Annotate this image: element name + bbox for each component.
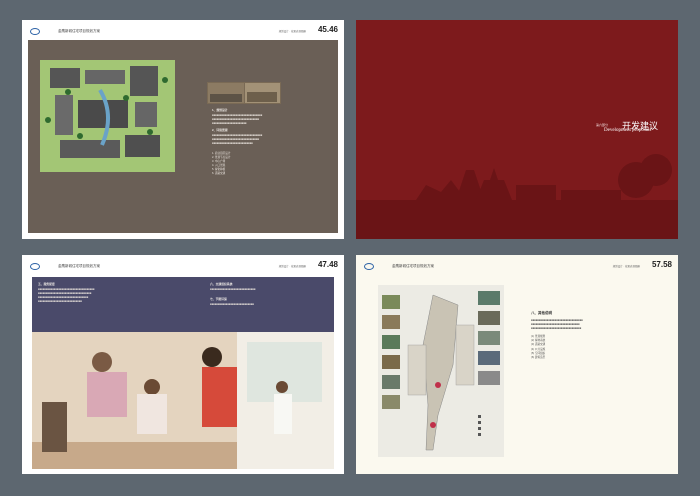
- skyline-illustration: [356, 154, 678, 239]
- page-57-58: 金鹰新城住宅项目规划方案 规划设计 · 效果表现图册 57.58 八、其他说明: [356, 255, 678, 474]
- section-body: ■■■■■■■■■■■■■■■■■■■■■■■■■■■■■■■■■ ■■■■■■■…: [531, 319, 583, 331]
- section-heading-1: 1、规划设计: [212, 108, 228, 112]
- logo-icon: [364, 263, 374, 270]
- feature-list: 1. 商业街区设计 2. 景观节点设计 3. 中心广场 4. 入口景观 5. 绿…: [212, 152, 230, 176]
- header-title: 金鹰新城住宅项目规划方案: [58, 264, 100, 268]
- thumbnail-images: [208, 83, 280, 103]
- header-subtitle: 规划设计 · 效果表现图册: [612, 265, 640, 268]
- header-title: 金鹰新城住宅项目规划方案: [58, 29, 100, 33]
- section-body-2: ■■■■■■■■■■■■■■■■■■■■■■■■■■■■■■■■ ■■■■■■■■…: [212, 134, 263, 145]
- list-item: 6. 道路交通: [212, 172, 226, 175]
- thumbnail-strip: [207, 82, 281, 104]
- master-plan-drawing: [378, 285, 504, 457]
- section-body-1: ■■■■■■■■■■■■■■■■■■■■■■■■■■■■■■■■ ■■■■■■■■…: [212, 114, 263, 125]
- right-heading-1: 六、交通组织系统: [210, 282, 233, 286]
- header-subtitle: 规划设计 · 效果表现图册: [278, 265, 306, 268]
- left-body: ■■■■■■■■■■■■■■■■■■■■■■■■■■■■■■■■■■■■ ■■■■…: [38, 288, 95, 303]
- lifestyle-photo: [32, 332, 334, 469]
- header-title: 金鹰新城住宅项目规划方案: [392, 264, 434, 268]
- page-number: 47.48: [317, 260, 338, 269]
- chapter-cover-page: 第六部分 开发建议 Development proposals: [356, 20, 678, 239]
- right-body-1: ■■■■■■■■■■■■■■■■■■■■■■■■■■■■■: [210, 288, 256, 291]
- page-header: 金鹰新城住宅项目规划方案 规划设计 · 效果表现图册 45.46: [22, 20, 344, 40]
- master-plan-image: [378, 285, 504, 457]
- family-photo-illustration: [32, 332, 334, 469]
- right-body-2: ■■■■■■■■■■■■■■■■■■■■■■■■■■■■: [210, 303, 254, 306]
- section-heading-2: 2、环境景观: [212, 128, 228, 132]
- left-heading: 五、服务配套: [38, 282, 55, 286]
- logo-icon: [30, 263, 40, 270]
- logo-icon: [30, 28, 40, 35]
- page-45-46: 金鹰新城住宅项目规划方案 规划设计 · 效果表现图册 45.46 1、规划设计 …: [22, 20, 344, 239]
- section-heading: 八、其他说明: [531, 311, 552, 315]
- page-number: 57.58: [651, 260, 672, 269]
- list-item: (3) 道路交通: [531, 343, 546, 347]
- site-plan-drawing: [40, 60, 175, 172]
- header-subtitle: 规划设计 · 效果表现图册: [278, 30, 306, 33]
- site-plan-image: [40, 60, 175, 172]
- page-47-48: 金鹰新城住宅项目规划方案 规划设计 · 效果表现图册 47.48 五、服务配套 …: [22, 255, 344, 474]
- page-number: 45.46: [317, 25, 338, 34]
- list-item: (6) 建筑造型: [531, 356, 546, 360]
- page-header: 金鹰新城住宅项目规划方案 规划设计 · 效果表现图册 47.48: [22, 255, 344, 275]
- page-header: 金鹰新城住宅项目规划方案 规划设计 · 效果表现图册 57.58: [356, 255, 678, 275]
- section-list: (1) 景观规划 (2) 绿地系统 (3) 道路交通 (4) 公共设施 (5) …: [531, 335, 545, 360]
- right-heading-2: 七、节能环保: [210, 297, 227, 301]
- text-band: 五、服务配套 ■■■■■■■■■■■■■■■■■■■■■■■■■■■■■■■■■…: [32, 277, 334, 332]
